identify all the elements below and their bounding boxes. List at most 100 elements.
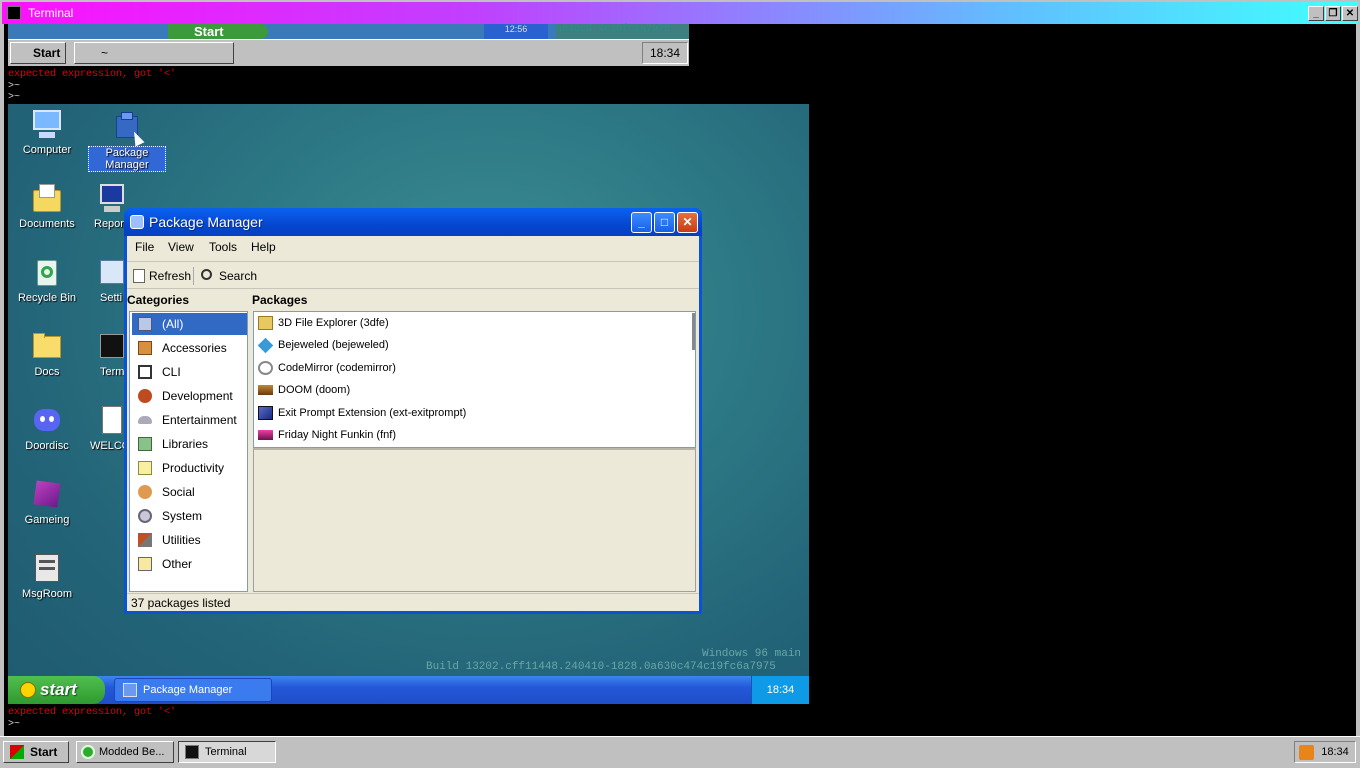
desktop-icon-msgroom[interactable]: MsgRoom xyxy=(8,552,86,600)
close-button[interactable]: ✕ xyxy=(1342,6,1358,21)
menu-view[interactable]: View xyxy=(168,240,194,254)
menu-help[interactable]: Help xyxy=(251,240,276,254)
category-cli[interactable]: CLI xyxy=(132,361,247,383)
package-item[interactable]: Friday Night Funkin (fnf) xyxy=(256,424,686,446)
codemirror-icon xyxy=(258,361,273,375)
windows-logo-icon xyxy=(10,745,24,759)
package-item[interactable]: Exit Prompt Extension (ext-exitprompt) xyxy=(256,402,686,424)
package-manager-window[interactable]: Package Manager _ □ ✕ File View Tools He… xyxy=(124,208,702,614)
folder-icon xyxy=(258,316,273,330)
social-icon xyxy=(138,485,152,499)
taskbar-item-package-manager[interactable]: Package Manager xyxy=(114,678,272,702)
categories-header: Categories xyxy=(127,293,190,307)
xp-clock: 18:34 xyxy=(751,676,809,704)
restore-button[interactable]: ❐ xyxy=(1325,6,1341,21)
package-manager-client: File View Tools Help Refresh Search Cate… xyxy=(127,236,699,611)
host-start-button[interactable]: Start xyxy=(3,741,69,763)
package-manager-titlebar[interactable]: Package Manager xyxy=(124,208,702,236)
xp-start-button[interactable]: start xyxy=(8,676,105,704)
snapshot-start-button: Start xyxy=(10,42,66,64)
minimize-button[interactable]: _ xyxy=(1308,6,1324,21)
build-watermark-name: Windows 96 main xyxy=(702,648,802,660)
category-libraries[interactable]: Libraries xyxy=(132,433,247,455)
discord-icon xyxy=(31,404,63,436)
categories-list[interactable]: (All) Accessories CLI Development Entert… xyxy=(129,311,248,592)
terminal-title: Terminal xyxy=(28,6,74,20)
documents-icon xyxy=(31,182,63,214)
snapshot-clock: 18:34 xyxy=(642,42,688,64)
package-item[interactable]: Bejeweled (bejeweled) xyxy=(256,334,686,356)
package-item[interactable]: 3D File Explorer (3dfe) xyxy=(256,312,686,334)
desktop-icon-docs[interactable]: Docs xyxy=(8,330,86,378)
desktop-icon-documents[interactable]: Documents xyxy=(8,182,86,230)
category-utilities[interactable]: Utilities xyxy=(132,529,247,551)
menu-tools[interactable]: Tools xyxy=(209,240,237,254)
pm-close-button[interactable]: ✕ xyxy=(677,212,698,233)
toolbar-divider xyxy=(193,267,194,285)
terminal-prompt: >~ xyxy=(8,719,21,730)
menu-file[interactable]: File xyxy=(135,240,154,254)
all-icon xyxy=(138,317,152,331)
host-taskbar: Start Modded Be... Terminal 18:34 xyxy=(0,736,1360,768)
terminal-prompt: >~ xyxy=(8,92,21,103)
packages-header: Packages xyxy=(252,293,308,307)
rss-icon xyxy=(1299,745,1314,760)
package-item[interactable]: DOOM (doom) xyxy=(256,379,686,401)
menu-divider xyxy=(127,261,699,262)
cube-icon xyxy=(31,478,63,510)
terminal-icon xyxy=(185,745,199,759)
snapshot-task: ~ xyxy=(74,42,234,64)
terminal-titlebar[interactable]: Terminal _ ❐ ✕ xyxy=(0,0,1360,24)
terminal-icon xyxy=(7,6,21,20)
package-manager-icon xyxy=(130,215,144,229)
refresh-button[interactable]: Refresh xyxy=(131,266,191,286)
category-social[interactable]: Social xyxy=(132,481,247,503)
libraries-icon xyxy=(138,437,152,451)
host-clock: 18:34 xyxy=(1294,741,1356,763)
category-system[interactable]: System xyxy=(132,505,247,527)
category-development[interactable]: Development xyxy=(132,385,247,407)
package-manager-icon xyxy=(123,683,137,697)
msgroom-icon xyxy=(31,552,63,584)
pm-maximize-button[interactable]: □ xyxy=(654,212,675,233)
smiley-icon xyxy=(20,682,36,698)
fnf-icon xyxy=(258,430,273,440)
category-other[interactable]: Other xyxy=(132,553,247,575)
system-icon xyxy=(138,509,152,523)
package-details-pane xyxy=(253,448,696,592)
pm-minimize-button[interactable]: _ xyxy=(631,212,652,233)
desktop-icon-computer[interactable]: Computer xyxy=(8,108,86,156)
doom-icon xyxy=(258,385,273,395)
folder-icon xyxy=(31,330,63,362)
category-accessories[interactable]: Accessories xyxy=(132,337,247,359)
packages-list[interactable]: 3D File Explorer (3dfe) Bejeweled (bejew… xyxy=(253,311,696,448)
desktop-icon-gameing[interactable]: Gameing xyxy=(8,478,86,526)
build-watermark-version: Build 13202.cff11448.240410-1828.0a630c4… xyxy=(426,661,776,673)
browser-icon xyxy=(81,745,95,759)
desktop-icon-package-manager[interactable]: Package Manager xyxy=(88,110,166,172)
package-item[interactable]: CodeMirror (codemirror) xyxy=(256,357,686,379)
desktop-taskbar: start Package Manager 18:34 xyxy=(8,676,809,704)
desktop-icon-recycle-bin[interactable]: Recycle Bin xyxy=(8,256,86,304)
accessories-icon xyxy=(138,341,152,355)
snapshot-hash: a630c4-4c19fc6a7975 xyxy=(556,24,689,39)
packages-scrollbar[interactable] xyxy=(692,313,695,350)
category-productivity[interactable]: Productivity xyxy=(132,457,247,479)
toolbar-divider xyxy=(127,288,699,289)
taskbar-item-terminal[interactable]: Terminal xyxy=(178,741,276,763)
category-all[interactable]: (All) xyxy=(132,313,247,335)
terminal-prompt: >~ xyxy=(8,81,21,92)
gem-icon xyxy=(257,337,274,354)
other-icon xyxy=(138,557,152,571)
computer-icon xyxy=(31,108,63,140)
snapshot-taskbar: Start ~ 18:34 xyxy=(8,39,689,66)
category-entertainment[interactable]: Entertainment xyxy=(132,409,247,431)
status-bar: 37 packages listed xyxy=(127,593,699,611)
taskbar-item-modded-be[interactable]: Modded Be... xyxy=(76,741,174,763)
development-icon xyxy=(138,389,152,403)
search-button[interactable]: Search xyxy=(199,266,259,286)
terminal-error-line: expected expression, got '<' xyxy=(8,707,177,718)
search-icon xyxy=(201,269,212,280)
previous-output-snapshot: Start 12:56 a630c4-4c19fc6a7975 Start ~ … xyxy=(8,24,689,66)
desktop-icon-doordisc[interactable]: Doordisc xyxy=(8,404,86,452)
